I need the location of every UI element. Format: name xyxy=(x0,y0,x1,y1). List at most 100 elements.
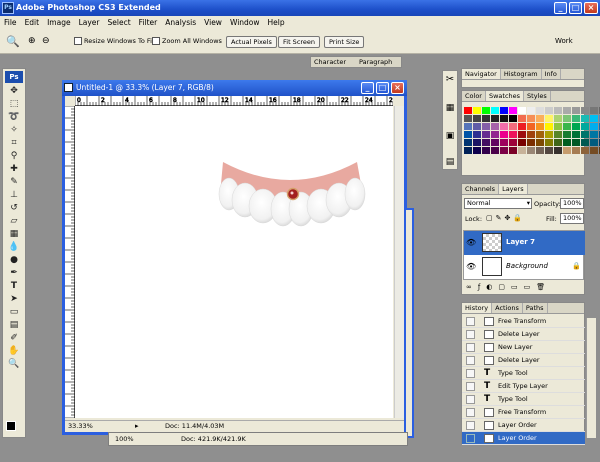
opacity-field[interactable]: 100% xyxy=(560,198,584,209)
zoom-tool-icon[interactable]: 🔍 xyxy=(6,35,20,48)
color-swatch[interactable] xyxy=(527,131,535,138)
tab-layers[interactable]: Layers xyxy=(499,184,528,194)
menu-select[interactable]: Select xyxy=(104,18,135,27)
tab-paragraph[interactable]: Paragraph xyxy=(359,58,392,66)
menu-edit[interactable]: Edit xyxy=(21,18,44,27)
color-swatch[interactable] xyxy=(491,115,499,122)
color-swatch[interactable] xyxy=(545,147,553,154)
color-swatch[interactable] xyxy=(563,107,571,114)
color-swatch[interactable] xyxy=(491,123,499,130)
color-swatch[interactable] xyxy=(464,107,472,114)
status-menu-icon[interactable]: ▸ xyxy=(135,421,139,432)
color-swatch[interactable] xyxy=(536,123,544,130)
color-swatch[interactable] xyxy=(464,139,472,146)
menu-help[interactable]: Help xyxy=(264,18,289,27)
hand-tool-icon[interactable]: ✋ xyxy=(4,345,24,358)
blur-tool-icon[interactable]: 💧 xyxy=(4,241,24,254)
history-item[interactable]: T Edit Type Layer xyxy=(462,380,585,393)
resize-windows-checkbox[interactable]: Resize Windows To Fit xyxy=(74,37,155,45)
doc-minimize-button[interactable]: _ xyxy=(361,82,374,94)
color-swatch[interactable] xyxy=(554,131,562,138)
zoom-in-icon[interactable]: ⊕ xyxy=(28,36,36,46)
fit-screen-button[interactable]: Fit Screen xyxy=(278,36,321,48)
lock-icons[interactable]: ▢✎✥🔒 xyxy=(486,214,525,222)
color-swatch[interactable] xyxy=(491,147,499,154)
menu-analysis[interactable]: Analysis xyxy=(161,18,200,27)
color-swatch[interactable] xyxy=(545,107,553,114)
color-swatch[interactable] xyxy=(563,147,571,154)
color-swatch[interactable] xyxy=(518,147,526,154)
color-swatch[interactable] xyxy=(464,115,472,122)
color-swatch[interactable] xyxy=(563,131,571,138)
color-swatch[interactable] xyxy=(590,147,598,154)
tab-swatches[interactable]: Swatches xyxy=(485,91,525,101)
history-item[interactable]: T Type Tool xyxy=(462,367,585,380)
color-swatch[interactable] xyxy=(500,115,508,122)
history-item[interactable]: Delete Layer xyxy=(462,328,585,341)
eye-icon[interactable]: 👁 xyxy=(466,238,476,247)
color-swatch[interactable] xyxy=(482,147,490,154)
color-swatch[interactable] xyxy=(464,123,472,130)
zoom-out-icon[interactable]: ⊖ xyxy=(42,36,50,46)
color-swatch[interactable] xyxy=(482,131,490,138)
minimize-button[interactable]: _ xyxy=(554,2,567,14)
path-selection-icon[interactable]: ➤ xyxy=(4,293,24,306)
print-size-button[interactable]: Print Size xyxy=(324,36,365,48)
tab-actions[interactable]: Actions xyxy=(492,303,523,313)
color-swatch[interactable] xyxy=(554,115,562,122)
fill-field[interactable]: 100% xyxy=(560,213,584,224)
color-swatch[interactable] xyxy=(590,107,598,114)
color-swatch[interactable] xyxy=(527,115,535,122)
gradient-tool-icon[interactable]: ▦ xyxy=(4,228,24,241)
color-swatch[interactable] xyxy=(572,139,580,146)
color-swatch[interactable] xyxy=(518,123,526,130)
color-swatch[interactable] xyxy=(527,107,535,114)
color-swatch[interactable] xyxy=(491,139,499,146)
background-layer-name[interactable]: Background xyxy=(506,262,548,270)
color-swatch[interactable] xyxy=(590,123,598,130)
layer-actions[interactable]: ∞ƒ◐▢▭▭🗑 xyxy=(466,283,551,291)
layer-name[interactable]: Layer 7 xyxy=(506,238,535,246)
color-swatch[interactable] xyxy=(545,139,553,146)
doc2-zoom[interactable]: 100% xyxy=(115,433,134,445)
color-swatch[interactable] xyxy=(509,123,517,130)
color-swatch[interactable] xyxy=(509,139,517,146)
color-swatch[interactable] xyxy=(572,115,580,122)
color-swatch[interactable] xyxy=(509,147,517,154)
color-swatch[interactable] xyxy=(545,131,553,138)
zoom-tool-panel-icon[interactable]: 🔍 xyxy=(4,358,24,371)
menu-file[interactable]: File xyxy=(0,18,21,27)
tab-info[interactable]: Info xyxy=(542,69,561,79)
color-swatch[interactable] xyxy=(509,115,517,122)
type-tool-icon[interactable]: T xyxy=(4,280,24,293)
color-swatch[interactable] xyxy=(473,107,481,114)
tab-navigator[interactable]: Navigator xyxy=(462,69,501,79)
color-swatch[interactable] xyxy=(491,131,499,138)
color-swatch[interactable] xyxy=(554,139,562,146)
menu-layer[interactable]: Layer xyxy=(75,18,104,27)
color-swatch[interactable] xyxy=(500,131,508,138)
color-swatch[interactable] xyxy=(554,123,562,130)
color-swatch[interactable] xyxy=(509,107,517,114)
color-swatch[interactable] xyxy=(581,147,589,154)
eraser-tool-icon[interactable]: ▱ xyxy=(4,215,24,228)
history-item[interactable]: New Layer xyxy=(462,341,585,354)
actual-pixels-button[interactable]: Actual Pixels xyxy=(226,36,277,48)
color-swatch[interactable] xyxy=(554,147,562,154)
maximize-button[interactable]: □ xyxy=(569,2,582,14)
tab-color[interactable]: Color xyxy=(462,91,486,101)
move-tool-icon[interactable]: ✥ xyxy=(4,85,24,98)
brush-tool-icon[interactable]: ✎ xyxy=(4,176,24,189)
close-button[interactable]: × xyxy=(584,2,598,14)
marquee-tool-icon[interactable]: ⬚ xyxy=(4,98,24,111)
color-swatch[interactable] xyxy=(482,107,490,114)
color-swatch[interactable] xyxy=(509,131,517,138)
foreground-color-swatch[interactable] xyxy=(6,421,16,431)
color-swatch[interactable] xyxy=(464,147,472,154)
menu-window[interactable]: Window xyxy=(226,18,264,27)
color-swatch[interactable] xyxy=(500,147,508,154)
color-swatch[interactable] xyxy=(572,123,580,130)
crop-tool-icon[interactable]: ⌗ xyxy=(4,137,24,150)
color-swatch[interactable] xyxy=(554,107,562,114)
color-swatch[interactable] xyxy=(482,115,490,122)
